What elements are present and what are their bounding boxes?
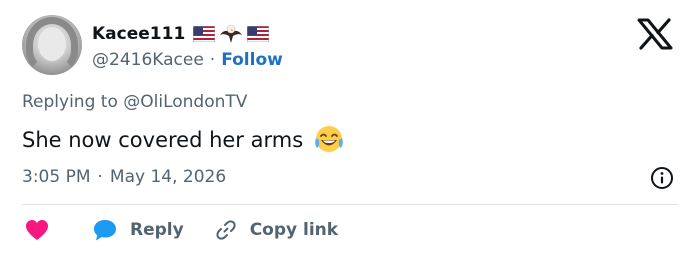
action-bar: Reply Copy link [24,216,338,244]
laughing-emoji-icon [315,126,343,152]
tweet-text: She now covered her arms [22,128,304,152]
separator: · [209,50,216,70]
tweet-date: May 14, 2026 [109,167,227,187]
divider [22,204,678,205]
follow-button[interactable]: Follow [221,50,283,70]
tweet-timestamp[interactable]: 3:05 PM · May 14, 2026 [22,167,226,187]
tweet-time: 3:05 PM [22,167,91,187]
like-button[interactable] [24,218,50,242]
us-flag-icon [193,26,216,42]
x-logo-icon[interactable] [636,18,674,50]
display-name[interactable]: Kacee111 [92,24,185,44]
speech-bubble-icon [94,220,116,241]
copy-link-button[interactable]: Copy link [214,218,338,242]
separator: · [97,167,103,187]
name-badges [193,23,270,45]
eagle-icon [220,24,243,43]
link-icon [216,220,236,240]
reply-button[interactable]: Reply [92,218,184,242]
author-handle-row: @2416Kacee · Follow [92,48,283,72]
replying-to: Replying to @OliLondonTV [22,92,248,112]
tweet-text-row: She now covered her arms [22,124,345,156]
author-name-row: Kacee111 [92,22,270,46]
us-flag-icon [247,26,270,42]
heart-icon [26,220,48,240]
avatar[interactable] [22,15,82,75]
info-icon[interactable] [650,166,674,190]
copy-link-label: Copy link [249,220,339,240]
reply-label: Reply [130,220,184,240]
author-handle[interactable]: @2416Kacee [92,50,204,70]
